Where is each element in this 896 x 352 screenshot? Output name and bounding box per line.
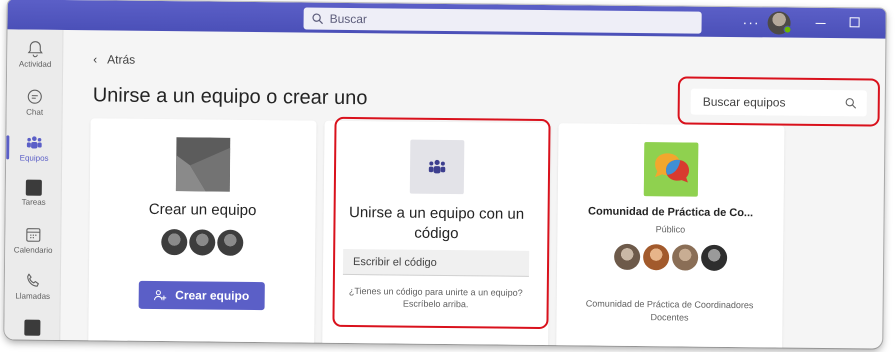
phone-icon [27, 273, 39, 287]
rail-label-calendario: Calendario [13, 245, 53, 255]
add-team-icon [154, 289, 167, 300]
chevron-left-icon: ‹ [93, 52, 98, 67]
page-title: Unirse a un equipo o crear uno [92, 84, 368, 110]
community-team-description: Comunidad de Práctica de Coordinadores D… [585, 298, 754, 323]
create-team-button-label: Crear equipo [175, 288, 250, 303]
rail-item-equipos[interactable]: Equipos [6, 133, 62, 163]
search-icon [845, 98, 857, 109]
rail-label-actividad: Actividad [18, 59, 52, 69]
create-team-title: Crear un equipo [148, 200, 257, 220]
minimize-button[interactable] [815, 22, 826, 24]
teams-window: Buscar ··· Actividad Chat Equipos Tareas… [4, 0, 886, 349]
chat-icon [27, 89, 42, 104]
tasks-app-icon [25, 179, 42, 196]
avatar [642, 244, 669, 271]
title-bar: Buscar ··· [7, 0, 886, 39]
calendar-icon [26, 228, 41, 242]
rail-item-chat[interactable]: Chat [7, 87, 63, 117]
rail-item-calendario[interactable]: Calendario [5, 225, 61, 255]
search-icon [312, 13, 323, 25]
join-code-help: ¿Tienes un código para unirte a un equip… [348, 285, 523, 310]
join-team-title: Unirse a un equipo con un código [348, 203, 525, 243]
member-avatars [557, 243, 783, 271]
create-team-button[interactable]: Crear equipo [138, 280, 265, 311]
avatar [189, 229, 216, 256]
rail-item-actividad[interactable]: Actividad [7, 39, 63, 69]
avatar [671, 244, 698, 271]
join-code-input[interactable]: Escribir el código [342, 248, 530, 277]
avatar [700, 244, 727, 271]
avatar [217, 229, 244, 256]
app-rail: Actividad Chat Equipos Tareas Calendario… [4, 29, 64, 340]
more-options-button[interactable]: ··· [743, 14, 760, 30]
team-search-input[interactable]: Buscar equipos [690, 88, 867, 117]
bell-icon [27, 41, 43, 58]
teams-icon [428, 159, 446, 174]
community-team-card[interactable]: Comunidad de Práctica de Co... Público C… [556, 123, 785, 349]
rail-item-llamadas[interactable]: Llamadas [5, 271, 61, 301]
presence-available-icon [783, 25, 792, 34]
team-search-placeholder: Buscar equipos [702, 94, 786, 110]
community-team-title: Comunidad de Práctica de Co... [588, 205, 754, 220]
rail-label-tareas: Tareas [21, 197, 46, 207]
rail-label-equipos: Equipos [19, 153, 49, 163]
speech-bubbles-icon [643, 142, 699, 197]
rail-label-chat: Chat [26, 107, 44, 117]
team-placeholder-image [175, 137, 231, 192]
create-team-card[interactable]: Crear un equipo Crear equipo [88, 118, 317, 349]
back-link[interactable]: ‹ Atrás [93, 52, 135, 66]
global-search-bar[interactable]: Buscar [303, 7, 702, 34]
global-search-placeholder: Buscar [329, 11, 368, 27]
rail-label-llamadas: Llamadas [15, 291, 51, 301]
rail-item-tareas[interactable]: Tareas [6, 179, 62, 207]
maximize-button[interactable] [849, 17, 860, 28]
teams-icon [26, 136, 42, 149]
app-icon [24, 319, 41, 336]
rail-item-app[interactable] [4, 319, 60, 336]
avatar [613, 243, 640, 271]
join-team-card: Unirse a un equipo con un código Escribi… [322, 120, 551, 349]
avatar [161, 229, 188, 256]
team-visibility: Público [655, 224, 686, 235]
join-team-tile [409, 139, 465, 195]
back-label: Atrás [107, 52, 136, 67]
avatar-group [89, 228, 315, 256]
